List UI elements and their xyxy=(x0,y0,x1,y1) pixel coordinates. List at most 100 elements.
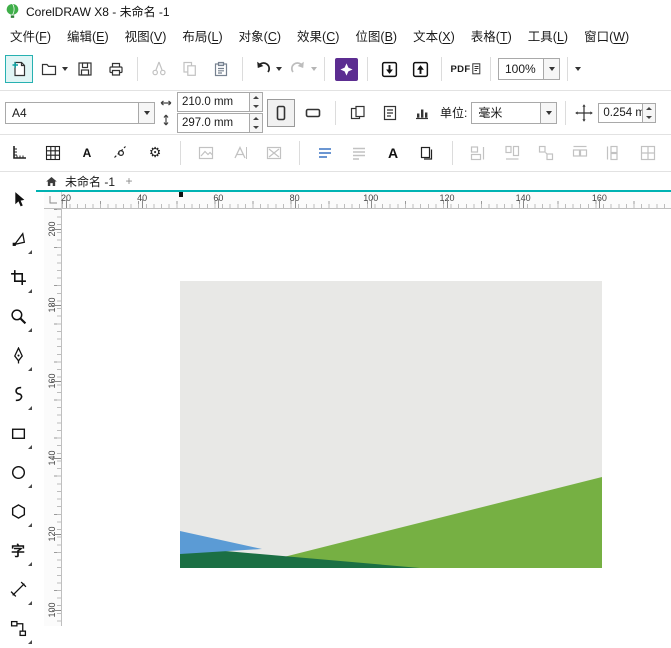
export-button[interactable] xyxy=(406,55,434,83)
ruler-marker xyxy=(179,192,183,197)
height-step-up-button[interactable] xyxy=(250,114,262,123)
shape-tool[interactable] xyxy=(0,219,36,258)
page-numbers-button[interactable] xyxy=(408,99,436,127)
guidelines-button[interactable] xyxy=(108,140,134,166)
height-step-down-button[interactable] xyxy=(250,123,262,132)
menu-item[interactable]: 工具(L) xyxy=(520,22,576,49)
image-crossed-button-disabled[interactable] xyxy=(261,140,287,166)
bitmap-button-disabled[interactable] xyxy=(193,140,219,166)
align-button-disabled-4[interactable] xyxy=(567,140,593,166)
align-button-disabled-5[interactable] xyxy=(601,140,627,166)
copy-button-disabled[interactable] xyxy=(176,55,204,83)
flyout-arrow-icon xyxy=(28,562,32,566)
options-gear-button[interactable]: ⚙ xyxy=(142,140,168,166)
open-document-button[interactable] xyxy=(36,56,68,82)
menu-item[interactable]: 位图(B) xyxy=(347,22,405,49)
font-list-button[interactable]: A xyxy=(74,140,100,166)
show-rulers-button[interactable] xyxy=(6,140,32,166)
landscape-button[interactable] xyxy=(299,99,327,127)
units-combo[interactable]: 毫米 xyxy=(471,102,557,124)
menu-item[interactable]: 视图(V) xyxy=(117,22,175,49)
flyout-arrow-icon xyxy=(28,445,32,449)
text-tool[interactable]: 字 xyxy=(0,531,36,570)
toolbar-separator xyxy=(299,141,300,165)
menu-bar: 文件(F)编辑(E)视图(V)布局(L)对象(C)效果(C)位图(B)文本(X)… xyxy=(0,22,671,48)
align-button-disabled-6[interactable] xyxy=(635,140,661,166)
pick-tool[interactable] xyxy=(0,180,36,219)
menu-item[interactable]: 布局(L) xyxy=(174,22,230,49)
toolbar-separator xyxy=(324,57,325,81)
menu-item[interactable]: 文本(X) xyxy=(405,22,463,49)
document-tab[interactable]: 未命名 -1 xyxy=(65,173,115,190)
menu-item[interactable]: 表格(T) xyxy=(463,22,520,49)
menu-item[interactable]: 效果(C) xyxy=(289,22,347,49)
menu-item[interactable]: 窗口(W) xyxy=(576,22,637,49)
new-document-button[interactable] xyxy=(5,55,33,83)
nudge-offset-input[interactable]: 0.254 m xyxy=(598,103,656,123)
width-step-down-button[interactable] xyxy=(250,102,262,111)
chevron-down-icon xyxy=(546,111,552,115)
nudge-step-up-button[interactable] xyxy=(643,104,655,113)
add-tab-button[interactable]: + xyxy=(122,174,136,188)
connector-tool[interactable] xyxy=(0,609,36,648)
glyphs-button[interactable] xyxy=(414,140,440,166)
paragraph-button-disabled[interactable] xyxy=(346,140,372,166)
menu-item[interactable]: 文件(F) xyxy=(2,22,59,49)
toolbar-separator xyxy=(137,57,138,81)
menu-item[interactable]: 对象(C) xyxy=(231,22,289,49)
home-icon[interactable] xyxy=(45,175,58,188)
save-button[interactable] xyxy=(71,55,99,83)
parallel-dimension-tool[interactable] xyxy=(0,570,36,609)
artistic-media-tool[interactable] xyxy=(0,375,36,414)
horizontal-ruler[interactable]: 20406080100120140160 xyxy=(62,192,671,209)
paste-button[interactable] xyxy=(207,55,235,83)
undo-dropdown-caret-icon[interactable] xyxy=(276,67,282,71)
show-grid-button[interactable] xyxy=(40,140,66,166)
portrait-button[interactable] xyxy=(267,99,295,127)
edit-text-button-disabled[interactable] xyxy=(227,140,253,166)
flyout-arrow-icon xyxy=(28,640,32,644)
all-pages-button[interactable] xyxy=(344,99,372,127)
redo-dropdown-caret-icon[interactable] xyxy=(311,67,317,71)
width-step-up-button[interactable] xyxy=(250,93,262,102)
application-launcher-button[interactable] xyxy=(332,55,360,83)
align-button-disabled-2[interactable] xyxy=(499,140,525,166)
undo-button[interactable] xyxy=(250,56,282,82)
zoom-tool[interactable] xyxy=(0,297,36,336)
current-page-button[interactable] xyxy=(376,99,404,127)
zoom-level-value: 100% xyxy=(499,62,543,76)
rectangle-tool[interactable] xyxy=(0,414,36,453)
nudge-step-down-button[interactable] xyxy=(643,113,655,122)
align-button-disabled-1[interactable] xyxy=(465,140,491,166)
polygon-tool[interactable] xyxy=(0,492,36,531)
page-size-combo[interactable]: A4 xyxy=(5,102,155,124)
units-value: 毫米 xyxy=(472,104,540,121)
units-dropdown-button[interactable] xyxy=(540,103,556,123)
flyout-arrow-icon xyxy=(28,406,32,410)
flyout-arrow-icon xyxy=(28,601,32,605)
ellipse-tool[interactable] xyxy=(0,453,36,492)
freehand-tool[interactable] xyxy=(0,336,36,375)
menu-item[interactable]: 编辑(E) xyxy=(59,22,117,49)
align-button-disabled-3[interactable] xyxy=(533,140,559,166)
character-formatting-button[interactable]: A xyxy=(380,140,406,166)
page-size-dropdown-button[interactable] xyxy=(138,103,154,123)
redo-button-disabled[interactable] xyxy=(285,56,317,82)
import-button[interactable] xyxy=(375,55,403,83)
page-height-input[interactable]: 297.0 mm xyxy=(177,113,263,133)
text-lines-button[interactable] xyxy=(312,140,338,166)
zoom-dropdown-button[interactable] xyxy=(543,59,559,79)
open-dropdown-caret-icon[interactable] xyxy=(62,67,68,71)
zoom-level-combo[interactable]: 100% xyxy=(498,58,560,80)
crop-tool[interactable] xyxy=(0,258,36,297)
page-dimensions-icon xyxy=(159,97,173,129)
cut-button-disabled[interactable] xyxy=(145,55,173,83)
flyout-arrow-icon xyxy=(28,250,32,254)
publish-pdf-button[interactable]: PDF xyxy=(449,55,483,83)
redo-icon xyxy=(285,56,311,82)
vertical-ruler[interactable]: 200180160140120100 xyxy=(44,209,62,626)
print-button[interactable] xyxy=(102,55,130,83)
toolbar-overflow-caret-icon[interactable] xyxy=(575,67,581,71)
drawing-canvas[interactable] xyxy=(62,209,671,626)
page-width-input[interactable]: 210.0 mm xyxy=(177,92,263,112)
